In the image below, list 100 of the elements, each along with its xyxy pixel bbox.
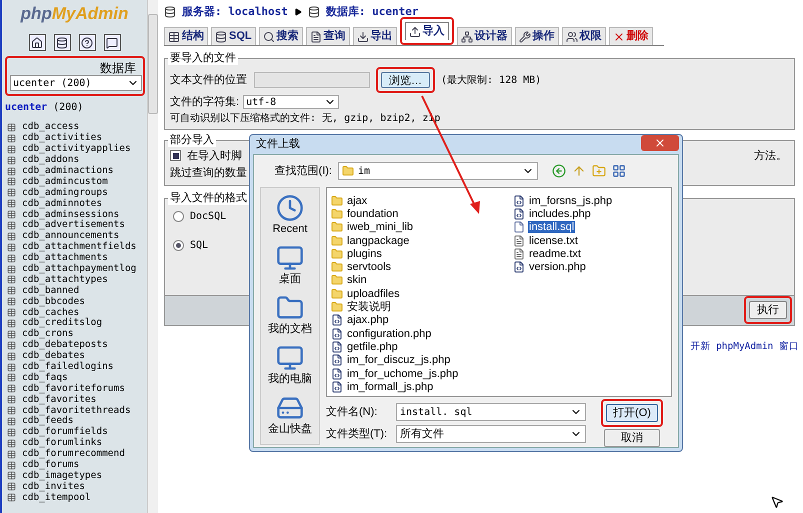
toolbar-button[interactable] [28,34,46,51]
table-link[interactable]: cdb_attachmentfields [22,242,136,252]
table-link[interactable]: cdb_imagetypes [22,470,102,481]
file-item[interactable]: ajax [346,194,368,207]
file-item[interactable]: configuration.php [346,328,432,340]
new-window-link[interactable]: 开新 phpMyAdmin 窗口 [690,340,799,354]
table-link[interactable]: cdb_itempool [22,492,91,503]
file-item[interactable]: foundation [346,208,400,220]
table-link[interactable]: cdb_attachtypes [22,274,108,285]
file-item[interactable]: uploadfiles [346,288,401,300]
table-link[interactable]: cdb_forumlinks [22,438,102,448]
table-link[interactable]: cdb_adminsessions [22,210,120,220]
file-item[interactable]: readme.txt [528,248,582,260]
cancel-button[interactable]: 取消 [604,429,660,447]
file-item[interactable]: servtools [346,261,392,274]
table-link[interactable]: cdb_bbcodes [22,296,85,307]
browse-button[interactable]: 浏览… [381,72,430,88]
back-icon[interactable] [552,164,566,178]
place-label[interactable]: Recent [272,222,308,236]
database-link[interactable]: 数据库: ucenter [326,4,418,20]
table-link[interactable]: cdb_debateposts [22,340,108,350]
view-menu-icon[interactable] [612,164,626,178]
table-link[interactable]: cdb_invites [22,482,85,492]
table-link[interactable]: cdb_forums [22,460,80,470]
tab[interactable]: 操作 [514,27,559,45]
table-link[interactable]: cdb_attachpaymentlog [22,264,136,274]
place-label[interactable]: 金山快盘 [268,422,312,436]
file-item[interactable]: plugins [346,248,383,260]
database-link[interactable]: ucenter [5,102,48,114]
file-item[interactable]: install.sql [528,221,576,234]
filename-field[interactable]: install. sql [396,403,586,421]
file-item[interactable]: im_formall_js.php [346,380,434,393]
server-link[interactable]: 服务器: localhost [182,4,288,20]
table-link[interactable]: cdb_addons [22,155,80,166]
file-item[interactable]: iweb_mini_lib [346,221,414,234]
table-link[interactable]: cdb_feeds [22,416,74,426]
radio-button[interactable] [173,240,184,250]
folder-select[interactable]: im [338,162,538,180]
table-link[interactable]: cdb_forumfields [22,427,108,438]
tab[interactable]: 结构 [164,27,208,45]
table-link[interactable]: cdb_faqs [22,372,68,383]
tab[interactable]: 查询 [306,27,350,45]
table-link[interactable]: cdb_favoriteforums [22,384,125,394]
place-icon[interactable] [276,244,304,272]
checkbox[interactable] [170,150,181,162]
table-link[interactable]: cdb_favorites [22,394,96,405]
table-link[interactable]: cdb_activities [22,133,102,144]
radio-button[interactable] [173,210,184,222]
database-select[interactable]: ucenter (200) [10,75,142,91]
tab[interactable]: 导出 [352,27,397,45]
table-link[interactable]: cdb_adminnotes [22,198,102,209]
tab[interactable]: 删除 [608,27,653,45]
table-link[interactable]: cdb_debates [22,351,85,362]
table-link[interactable]: cdb_crons [22,329,74,340]
table-link[interactable]: cdb_forumrecommend [22,449,125,460]
table-link[interactable]: cdb_adminactions [22,166,114,176]
tab[interactable]: 导入 [404,22,449,40]
place-icon[interactable] [276,194,304,222]
table-link[interactable]: cdb_admingroups [22,188,108,198]
file-item[interactable]: im_for_discuz_js.php [346,354,452,366]
tab[interactable]: 设计器 [456,27,512,45]
scrollbar[interactable] [147,0,158,513]
table-link[interactable]: cdb_favoritethreads [22,406,131,416]
file-item[interactable]: langpackage [346,234,410,247]
tab[interactable]: SQL [211,27,256,45]
tab[interactable]: 搜索 [258,27,303,45]
file-item[interactable]: 安装说明 [346,301,392,314]
table-link[interactable]: cdb_admincustom [22,176,108,187]
table-link[interactable]: cdb_creditslog [22,318,102,328]
file-item[interactable]: im_for_uchome_js.php [346,368,460,380]
toolbar-button[interactable] [78,34,96,51]
table-link[interactable]: cdb_announcements [22,231,120,242]
table-link[interactable]: cdb_advertisements [22,220,125,230]
toolbar-button[interactable] [104,34,120,51]
tab[interactable]: 权限 [562,27,606,45]
filetype-select[interactable]: 所有文件 [396,425,586,443]
toolbar-button[interactable] [54,34,70,51]
file-item[interactable]: ajax.php [346,314,390,326]
table-link[interactable]: cdb_caches [22,308,80,318]
table-link[interactable]: cdb_failedlogins [22,362,114,372]
up-folder-icon[interactable] [572,164,586,178]
table-link[interactable]: cdb_banned [22,286,80,296]
place-label[interactable]: 桌面 [279,272,301,286]
file-item[interactable]: includes.php [528,208,592,220]
place-label[interactable]: 我的文档 [268,322,312,336]
place-label[interactable]: 我的电脑 [268,372,312,386]
open-button[interactable]: 打开(O) [606,404,658,422]
file-item[interactable]: version.php [528,261,587,274]
file-item[interactable]: getfile.php [346,340,399,353]
close-button[interactable] [641,135,679,151]
place-icon[interactable] [276,344,304,372]
table-link[interactable]: cdb_attachments [22,253,108,264]
file-item[interactable]: im_forsns_js.php [528,194,614,207]
execute-button[interactable]: 执行 [749,301,787,319]
file-path-field[interactable] [254,72,370,88]
charset-select[interactable]: utf-8 [243,95,340,110]
table-link[interactable]: cdb_access [22,122,80,132]
table-link[interactable]: cdb_activityapplies [22,144,131,154]
file-item[interactable]: license.txt [528,234,579,247]
file-item[interactable]: skin [346,274,368,286]
